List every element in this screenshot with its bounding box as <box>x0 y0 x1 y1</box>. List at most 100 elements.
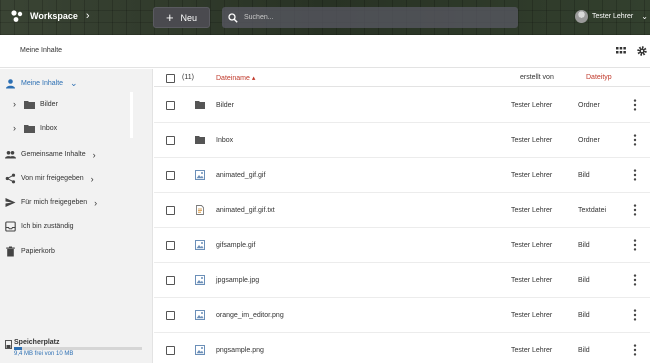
inbox-icon <box>5 221 16 232</box>
column-header-name-label: Dateiname <box>216 75 250 82</box>
sidebar-item-label: Gemeinsame Inhalte <box>21 151 86 158</box>
group-icon <box>5 151 16 159</box>
row-checkbox[interactable] <box>166 276 175 285</box>
more-options-icon[interactable] <box>633 99 637 111</box>
chevron-down-icon: ⌄ <box>70 78 78 88</box>
text-file-icon <box>196 205 204 215</box>
tree-item-inbox[interactable]: › Inbox <box>13 123 57 133</box>
image-icon <box>195 275 205 285</box>
storage-label: Speicherplatz <box>14 339 60 346</box>
table-row[interactable]: animated_gif.gif.txt Tester Lehrer Textdat… <box>154 193 650 228</box>
table-row[interactable]: orange_im_editor.png Tester Lehrer Bild <box>154 298 650 333</box>
row-checkbox[interactable] <box>166 136 175 145</box>
sidebar-item-ich-bin-zustaendig[interactable]: Ich bin zuständig <box>5 221 74 232</box>
file-creator: Tester Lehrer <box>511 347 553 354</box>
search-bar[interactable] <box>222 7 518 28</box>
more-options-icon[interactable] <box>633 134 637 146</box>
user-menu[interactable]: Tester Lehrer ⌄ <box>575 10 648 23</box>
more-options-icon[interactable] <box>633 204 637 216</box>
row-checkbox[interactable] <box>166 311 175 320</box>
chevron-right-icon: › <box>13 123 16 133</box>
table-row[interactable]: Inbox Tester Lehrer Ordner <box>154 123 650 158</box>
folder-icon <box>195 101 205 109</box>
select-all-checkbox[interactable] <box>166 74 175 83</box>
storage-icon <box>5 340 12 349</box>
column-header-type[interactable]: Dateityp <box>586 74 612 81</box>
storage-bar <box>14 347 142 350</box>
storage-indicator: Speicherplatz 9,4 MB frei von 10 MB <box>14 339 142 357</box>
table-row[interactable]: jpgsample.jpg Tester Lehrer Bild <box>154 263 650 298</box>
search-input[interactable] <box>244 14 504 21</box>
row-checkbox[interactable] <box>166 346 175 355</box>
column-header-name[interactable]: Dateiname ▴ <box>216 74 255 82</box>
file-name[interactable]: Inbox <box>216 137 233 144</box>
sidebar-item-papierkorb[interactable]: Papierkorb <box>5 246 55 257</box>
gear-icon[interactable] <box>636 45 648 57</box>
table-row[interactable]: gifsample.gif Tester Lehrer Bild <box>154 228 650 263</box>
sub-header: Meine Inhalte <box>0 35 650 68</box>
sidebar-item-meine-inhalte[interactable]: Meine Inhalte ⌄ <box>5 78 78 89</box>
row-checkbox[interactable] <box>166 101 175 110</box>
file-name[interactable]: animated_gif.gif.txt <box>216 207 275 214</box>
more-options-icon[interactable] <box>633 239 637 251</box>
table-row[interactable]: Bilder Tester Lehrer Ordner <box>154 88 650 123</box>
file-name[interactable]: Bilder <box>216 102 234 109</box>
file-name[interactable]: jpgsample.jpg <box>216 277 259 284</box>
tree-item-label: Inbox <box>40 124 58 132</box>
file-name[interactable]: orange_im_editor.png <box>216 312 284 319</box>
table-row[interactable]: animated_gif.gif Tester Lehrer Bild <box>154 158 650 193</box>
send-icon <box>5 198 16 207</box>
user-icon <box>6 79 15 89</box>
tree-scrollbar[interactable] <box>130 92 133 138</box>
sidebar-item-gemeinsame-inhalte[interactable]: Gemeinsame Inhalte › <box>5 149 96 160</box>
file-creator: Tester Lehrer <box>511 137 553 144</box>
chevron-right-icon: › <box>13 99 16 109</box>
sidebar-item-label: Von mir freigegeben <box>21 175 84 182</box>
chevron-right-icon: › <box>92 149 96 160</box>
file-creator: Tester Lehrer <box>511 242 553 249</box>
workspace-logo-icon <box>11 10 23 22</box>
plus-icon: + <box>165 10 174 25</box>
tree-item-label: Bilder <box>40 100 58 108</box>
storage-free-text: 9,4 MB frei von 10 MB <box>14 351 74 357</box>
grid-view-icon[interactable] <box>616 46 626 56</box>
breadcrumb[interactable]: Meine Inhalte <box>20 47 62 54</box>
image-icon <box>195 345 205 355</box>
chevron-right-icon: › <box>94 197 98 208</box>
chevron-right-icon: › <box>90 173 94 184</box>
sidebar-item-label: Für mich freigegeben <box>21 199 88 206</box>
trash-icon <box>6 246 15 257</box>
more-options-icon[interactable] <box>633 274 637 286</box>
folder-icon <box>195 136 205 144</box>
row-checkbox[interactable] <box>166 171 175 180</box>
chevron-right-icon: › <box>85 10 90 22</box>
more-options-icon[interactable] <box>633 309 637 321</box>
workspace-title: Workspace <box>30 11 78 21</box>
file-type: Bild <box>578 172 590 179</box>
file-name[interactable]: pngsample.png <box>216 347 264 354</box>
sidebar-item-fuer-mich-freigegeben[interactable]: Für mich freigegeben › <box>5 197 97 208</box>
table-row[interactable]: pngsample.png Tester Lehrer Bild <box>154 333 650 363</box>
row-checkbox[interactable] <box>166 206 175 215</box>
file-name[interactable]: gifsample.gif <box>216 242 255 249</box>
file-type: Bild <box>578 242 590 249</box>
more-options-icon[interactable] <box>633 344 637 356</box>
chevron-down-icon: ⌄ <box>641 12 648 21</box>
sidebar-item-label: Meine Inhalte <box>21 80 64 87</box>
new-button[interactable]: + Neu <box>153 7 210 28</box>
share-icon <box>5 173 16 184</box>
folder-icon <box>24 100 35 109</box>
more-options-icon[interactable] <box>633 169 637 181</box>
column-header-creator[interactable]: erstellt von <box>520 74 554 81</box>
file-type: Ordner <box>578 102 600 109</box>
sidebar-item-von-mir-freigegeben[interactable]: Von mir freigegeben › <box>5 173 94 184</box>
image-icon <box>195 240 205 250</box>
file-creator: Tester Lehrer <box>511 312 553 319</box>
file-name[interactable]: animated_gif.gif <box>216 172 265 179</box>
row-checkbox[interactable] <box>166 241 175 250</box>
sidebar-item-label: Papierkorb <box>21 248 55 255</box>
tree-item-bilder[interactable]: › Bilder <box>13 99 58 109</box>
workspace-switcher[interactable]: Workspace › <box>10 9 90 23</box>
user-name: Tester Lehrer <box>592 13 634 20</box>
sort-ascending-icon: ▴ <box>251 75 256 82</box>
